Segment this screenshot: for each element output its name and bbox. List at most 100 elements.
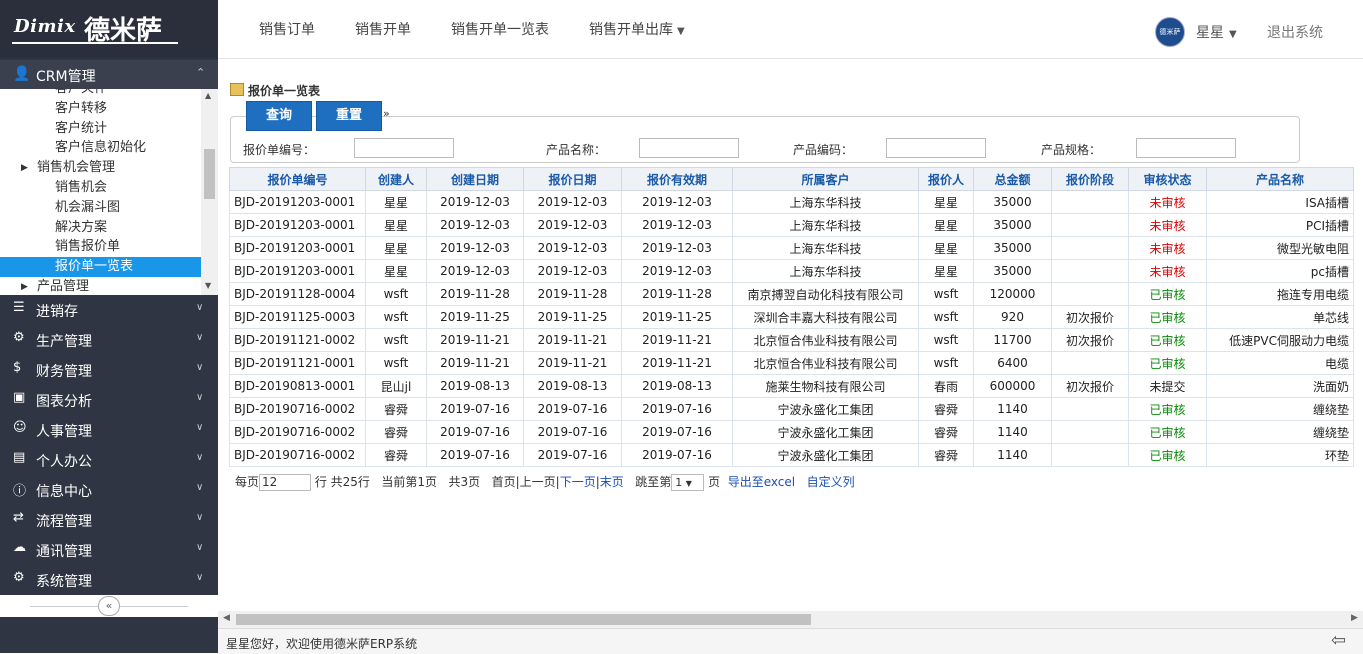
column-header[interactable]: 审核状态 <box>1128 167 1207 191</box>
next-page-link[interactable]: 下一页 <box>560 475 596 489</box>
table-row[interactable]: BJD-20190716-0002 睿舜 2019-07-16 2019-07-16 2… <box>229 443 1354 467</box>
table-row[interactable]: BJD-20191203-0001 星星 2019-12-03 2019-12-03 2… <box>229 190 1354 214</box>
table-cell: BJD-20191203-0001 <box>229 213 366 237</box>
table-row[interactable]: BJD-20190813-0001 昆山jl 2019-08-13 2019-08-1… <box>229 374 1354 398</box>
sidebar-item[interactable]: 客户关怀 <box>0 89 201 99</box>
column-header[interactable]: 报价日期 <box>523 167 622 191</box>
horizontal-scrollbar[interactable]: ◀ ▶ <box>218 611 1363 628</box>
sidebar-item[interactable]: 机会漏斗图 <box>0 198 201 218</box>
prev-page-link[interactable]: 上一页 <box>520 475 556 489</box>
table-cell <box>1051 213 1129 237</box>
scroll-left-icon[interactable]: ◀ <box>223 613 230 623</box>
avatar[interactable]: 德米萨 <box>1155 17 1185 47</box>
sidebar-item[interactable]: 客户信息初始化 <box>0 138 201 158</box>
table-cell: 920 <box>973 305 1052 329</box>
nav-sales-invoice-list[interactable]: 销售开单一览表 <box>451 19 549 39</box>
table-row[interactable]: BJD-20190716-0002 睿舜 2019-07-16 2019-07-16 2… <box>229 397 1354 421</box>
table-row[interactable]: BJD-20191121-0001 wsft 2019-11-21 2019-11-2… <box>229 351 1354 375</box>
collapse-sidebar-button[interactable]: « <box>98 596 120 616</box>
menu-item[interactable]: ☁ 通讯管理 ∨ <box>0 534 218 564</box>
scroll-up-icon[interactable]: ▲ <box>205 91 211 100</box>
column-header[interactable]: 创建人 <box>365 167 427 191</box>
first-page-link[interactable]: 首页 <box>492 475 516 489</box>
menu-item[interactable]: ▣ 图表分析 ∨ <box>0 384 218 414</box>
sidebar-item[interactable]: ▶ 产品管理 <box>0 277 201 295</box>
menu-item[interactable]: ☺ 人事管理 ∨ <box>0 414 218 444</box>
column-header[interactable]: 产品名称 <box>1206 167 1354 191</box>
table-cell <box>1051 259 1129 283</box>
sidebar-item[interactable]: 报价单一览表 <box>0 257 201 278</box>
menu-item[interactable]: ▤ 个人办公 ∨ <box>0 444 218 474</box>
table-cell: 已审核 <box>1128 328 1207 352</box>
query-button[interactable]: 查询 <box>246 101 312 131</box>
table-cell: wsft <box>918 305 974 329</box>
table-cell: 2019-12-03 <box>621 236 733 260</box>
scroll-down-icon[interactable]: ▼ <box>205 281 211 290</box>
logout-link[interactable]: 退出系统 <box>1267 22 1323 42</box>
sidebar-item[interactable]: 销售报价单 <box>0 237 201 257</box>
menu-crm[interactable]: 👤 CRM管理 ⌃ <box>0 60 218 89</box>
column-header[interactable]: 总金额 <box>973 167 1052 191</box>
nav-sales-invoice-outbound[interactable]: 销售开单出库 ▼ <box>589 19 685 39</box>
column-header[interactable]: 所属客户 <box>732 167 919 191</box>
jump-page-select[interactable]: 1 ▼ <box>671 474 705 491</box>
user-menu[interactable]: 星星 ▼ <box>1196 22 1237 42</box>
table-cell: 上海东华科技 <box>732 236 919 260</box>
custom-columns-link[interactable]: 自定义列 <box>807 475 855 489</box>
table-row[interactable]: BJD-20191203-0001 星星 2019-12-03 2019-12-03 2… <box>229 213 1354 237</box>
product-name-input[interactable] <box>639 138 739 158</box>
menu-item-label: 生产管理 <box>36 334 92 350</box>
sidebar-item[interactable]: 销售机会 <box>0 178 201 198</box>
scroll-right-icon[interactable]: ▶ <box>1351 613 1358 623</box>
submenu-scrollbar[interactable]: ▲ ▼ <box>201 89 218 295</box>
column-header[interactable]: 报价单编号 <box>229 167 366 191</box>
column-header[interactable]: 报价人 <box>918 167 974 191</box>
sidebar-item[interactable]: 客户统计 <box>0 119 201 139</box>
column-header[interactable]: 报价阶段 <box>1051 167 1129 191</box>
table-row[interactable]: BJD-20191121-0002 wsft 2019-11-21 2019-11-2… <box>229 328 1354 352</box>
menu-item[interactable]: ⚙ 生产管理 ∨ <box>0 324 218 354</box>
table-cell: 已审核 <box>1128 397 1207 421</box>
nav-sales-invoice[interactable]: 销售开单 <box>355 19 411 39</box>
table-cell: 环垫 <box>1206 443 1354 467</box>
table-cell: 已审核 <box>1128 305 1207 329</box>
product-code-input[interactable] <box>886 138 986 158</box>
expand-filters-icon[interactable]: » <box>383 107 390 120</box>
menu-item[interactable]: ⚙ 系统管理 ∨ <box>0 564 218 594</box>
per-page-input[interactable]: 12 <box>259 474 312 491</box>
sidebar-item[interactable]: ▶ 销售机会管理 <box>0 158 201 178</box>
table-cell: 2019-07-16 <box>523 443 622 467</box>
horizontal-scroll-thumb[interactable] <box>236 614 811 625</box>
menu-item[interactable]: ⓘ 信息中心 ∨ <box>0 474 218 504</box>
nav-sales-order[interactable]: 销售订单 <box>259 19 315 39</box>
table-row[interactable]: BJD-20191125-0003 wsft 2019-11-25 2019-11-2… <box>229 305 1354 329</box>
table-row[interactable]: BJD-20191203-0001 星星 2019-12-03 2019-12-03 2… <box>229 236 1354 260</box>
product-spec-input[interactable] <box>1136 138 1236 158</box>
table-row[interactable]: BJD-20190716-0002 睿舜 2019-07-16 2019-07-16 2… <box>229 420 1354 444</box>
sidebar-item[interactable]: 解决方案 <box>0 218 201 238</box>
menu-item[interactable]: $ 财务管理 ∨ <box>0 354 218 384</box>
back-arrow-icon[interactable]: ⇦ <box>1331 630 1346 651</box>
image-icon: ▣ <box>13 390 26 405</box>
reset-button[interactable]: 重置 <box>316 101 382 131</box>
table-cell: 2019-11-21 <box>621 328 733 352</box>
column-header[interactable]: 创建日期 <box>426 167 524 191</box>
gears-icon: ⚙ <box>13 330 25 345</box>
column-header[interactable]: 报价有效期 <box>621 167 733 191</box>
scroll-thumb[interactable] <box>204 149 215 199</box>
brand-logo[interactable]: Dimix 德米萨 <box>0 0 218 58</box>
table-cell: 宁波永盛化工集团 <box>732 443 919 467</box>
table-row[interactable]: BJD-20191128-0004 wsft 2019-11-28 2019-11-2… <box>229 282 1354 306</box>
menu-item[interactable]: ⇄ 流程管理 ∨ <box>0 504 218 534</box>
chevron-down-icon: ∨ <box>196 452 204 463</box>
quote-no-input[interactable] <box>354 138 454 158</box>
last-page-link[interactable]: 末页 <box>600 475 624 489</box>
table-row[interactable]: BJD-20191203-0001 星星 2019-12-03 2019-12-03 2… <box>229 259 1354 283</box>
page-unit: 页 <box>708 475 721 489</box>
caret-right-icon: ▶ <box>21 282 28 292</box>
menu-item[interactable]: ☰ 进销存 ∨ <box>0 294 218 324</box>
table-cell: 2019-07-16 <box>426 397 524 421</box>
export-excel-link[interactable]: 导出至excel <box>728 475 795 489</box>
folder-icon <box>230 83 244 96</box>
sidebar-item[interactable]: 客户转移 <box>0 99 201 119</box>
